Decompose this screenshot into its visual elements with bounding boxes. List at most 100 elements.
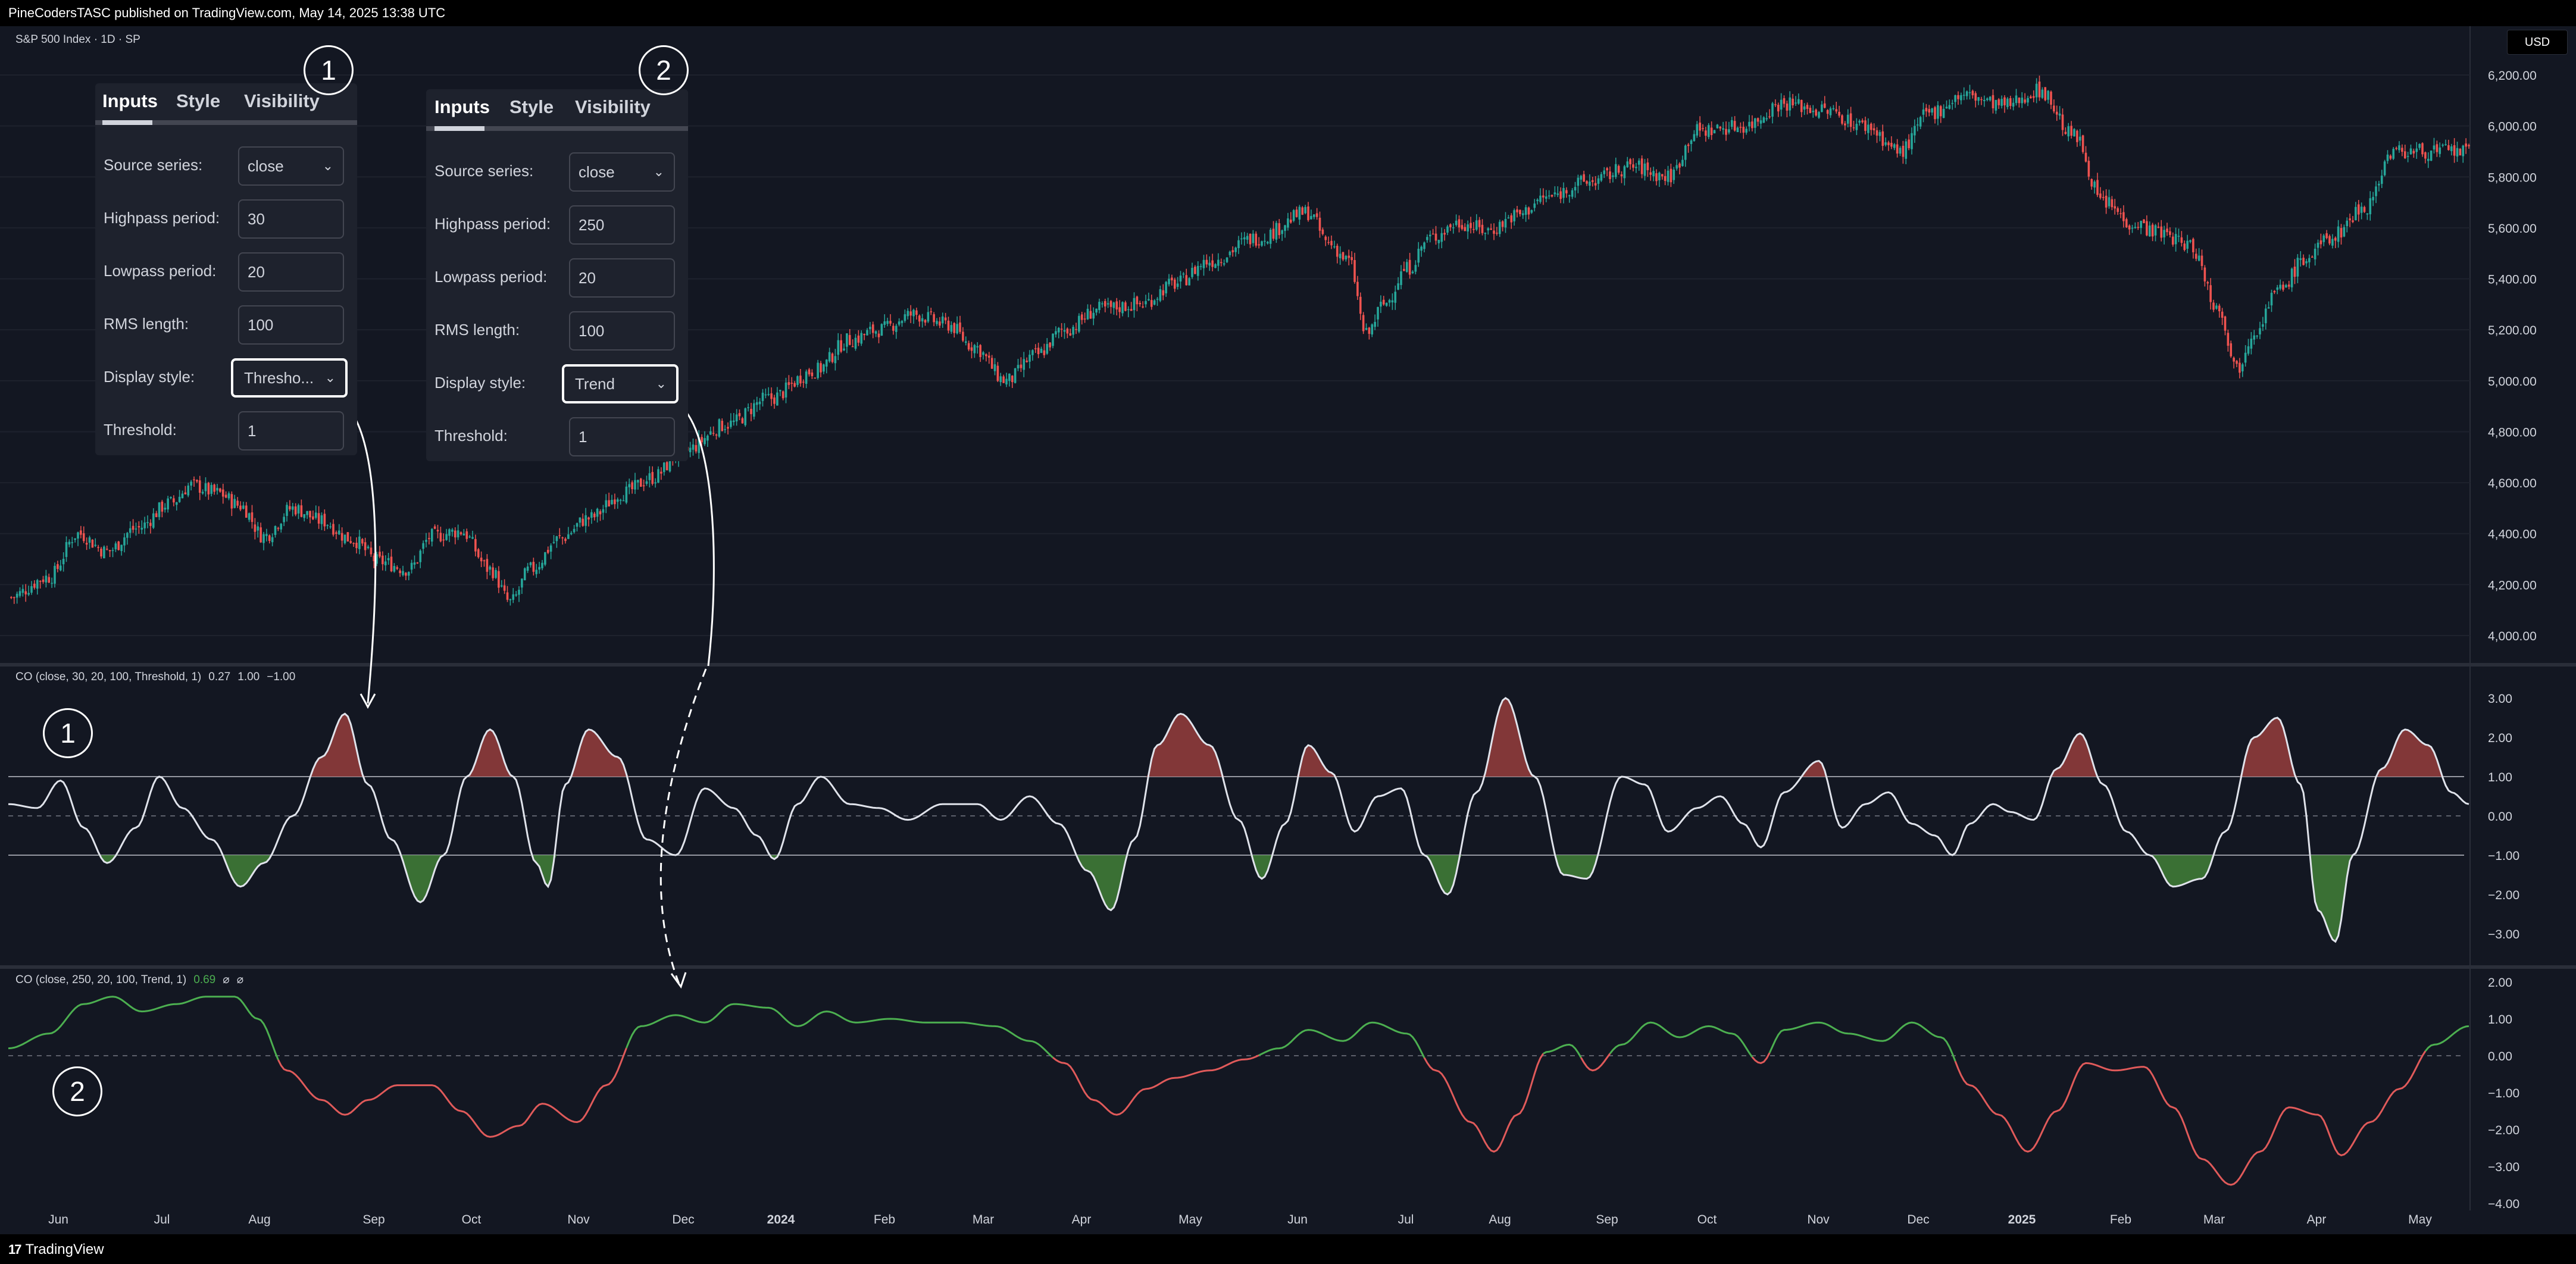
setting-value: close bbox=[248, 157, 284, 175]
candle bbox=[1667, 170, 1670, 182]
candle bbox=[71, 542, 74, 543]
candle bbox=[648, 473, 651, 480]
setting-input[interactable]: 1 bbox=[569, 417, 675, 456]
candle bbox=[1861, 120, 1864, 123]
candle bbox=[283, 517, 285, 523]
candle bbox=[1594, 183, 1597, 186]
candle bbox=[1591, 180, 1594, 182]
candle bbox=[1527, 207, 1530, 215]
candle bbox=[645, 481, 648, 484]
candle bbox=[2197, 255, 2200, 261]
setting-input[interactable]: 100 bbox=[569, 311, 675, 351]
candle bbox=[851, 346, 854, 348]
tab-visibility[interactable]: Visibility bbox=[244, 90, 320, 112]
candle bbox=[407, 572, 410, 576]
candle bbox=[732, 420, 735, 423]
candle bbox=[1240, 238, 1243, 240]
tab-style[interactable]: Style bbox=[176, 90, 220, 112]
candle bbox=[933, 314, 935, 323]
candle bbox=[764, 394, 767, 396]
candle bbox=[1513, 210, 1515, 221]
chart-area[interactable]: 6,200.00 6,000.00 5,800.00 5,600.00 5,400.00… bbox=[0, 26, 2576, 1234]
candle bbox=[2465, 143, 2467, 147]
tradingview-logo[interactable]: 17 TradingView bbox=[8, 1241, 104, 1258]
tab-inputs[interactable]: Inputs bbox=[434, 96, 490, 118]
candle bbox=[2403, 151, 2406, 158]
time-axis-label: Mar bbox=[2203, 1213, 2225, 1227]
candle bbox=[1762, 117, 1765, 123]
candle bbox=[918, 315, 921, 322]
candle bbox=[1408, 259, 1411, 275]
candle bbox=[2134, 227, 2137, 229]
price-axis-label: 4,600.00 bbox=[2488, 477, 2537, 490]
tab-visibility[interactable]: Visibility bbox=[575, 96, 651, 118]
price-axis-label: 4,200.00 bbox=[2488, 578, 2537, 592]
candle bbox=[1449, 224, 1452, 227]
candle bbox=[123, 537, 126, 546]
candle bbox=[1606, 168, 1608, 171]
candle bbox=[1989, 96, 1992, 101]
candle bbox=[1005, 378, 1008, 384]
candle bbox=[1461, 225, 1464, 229]
candle bbox=[2131, 227, 2134, 229]
co2-trend-down-line bbox=[1751, 1052, 1771, 1064]
candle bbox=[1002, 376, 1005, 383]
tab-style[interactable]: Style bbox=[509, 96, 554, 118]
candle bbox=[291, 506, 294, 510]
candle bbox=[1121, 302, 1124, 314]
candle bbox=[1327, 242, 1330, 243]
candle bbox=[718, 419, 721, 437]
candle bbox=[1470, 223, 1472, 229]
candle bbox=[506, 592, 509, 600]
setting-input[interactable]: 20 bbox=[569, 258, 675, 298]
setting-value: 20 bbox=[579, 269, 596, 287]
candle bbox=[337, 530, 340, 534]
setting-input[interactable]: 100 bbox=[238, 305, 344, 345]
candle bbox=[1034, 348, 1037, 349]
candle bbox=[973, 345, 976, 353]
candle bbox=[1524, 207, 1527, 215]
candle bbox=[155, 513, 158, 517]
candle bbox=[1516, 209, 1518, 212]
candle bbox=[2415, 148, 2418, 152]
setting-select[interactable]: close ⌄ bbox=[238, 146, 344, 186]
candle bbox=[950, 325, 953, 332]
candle bbox=[483, 560, 486, 562]
setting-input[interactable]: 20 bbox=[238, 252, 344, 292]
annotation-arrow-2-dashed bbox=[659, 668, 707, 986]
candle bbox=[370, 547, 373, 555]
setting-input[interactable]: 30 bbox=[238, 199, 344, 239]
candle bbox=[1510, 215, 1513, 223]
chevron-down-icon: ⌄ bbox=[324, 370, 336, 385]
time-axis-label: Oct bbox=[462, 1213, 482, 1227]
candle bbox=[1629, 159, 1631, 165]
price-axis-label: 5,600.00 bbox=[2488, 222, 2537, 236]
currency-button[interactable]: USD bbox=[2507, 30, 2568, 55]
setting-input[interactable]: 250 bbox=[569, 205, 675, 245]
setting-select[interactable]: close ⌄ bbox=[569, 152, 675, 192]
co1-axis-label: −2.00 bbox=[2488, 888, 2519, 902]
candle bbox=[692, 444, 695, 450]
candle bbox=[2078, 136, 2081, 141]
candle bbox=[967, 343, 970, 350]
candle bbox=[735, 414, 738, 422]
candle bbox=[1145, 301, 1147, 305]
candle bbox=[1858, 120, 1861, 123]
setting-label: Lowpass period: bbox=[104, 262, 217, 280]
pane-divider bbox=[0, 965, 2576, 969]
candle bbox=[2285, 284, 2287, 288]
candle bbox=[39, 581, 42, 582]
candle bbox=[2325, 233, 2328, 239]
candle bbox=[2215, 305, 2218, 309]
tab-inputs[interactable]: Inputs bbox=[102, 90, 158, 112]
co2-trend-down-line bbox=[277, 1047, 627, 1138]
candle bbox=[2290, 268, 2293, 287]
candle bbox=[268, 535, 271, 542]
setting-input[interactable]: 1 bbox=[238, 411, 344, 450]
candle bbox=[712, 433, 715, 434]
co2-trend-up-line bbox=[1258, 1021, 1425, 1059]
setting-select[interactable]: Thresho... ⌄ bbox=[231, 358, 348, 398]
setting-select[interactable]: Trend ⌄ bbox=[562, 364, 679, 403]
candle bbox=[2102, 197, 2105, 198]
candle bbox=[140, 527, 143, 530]
